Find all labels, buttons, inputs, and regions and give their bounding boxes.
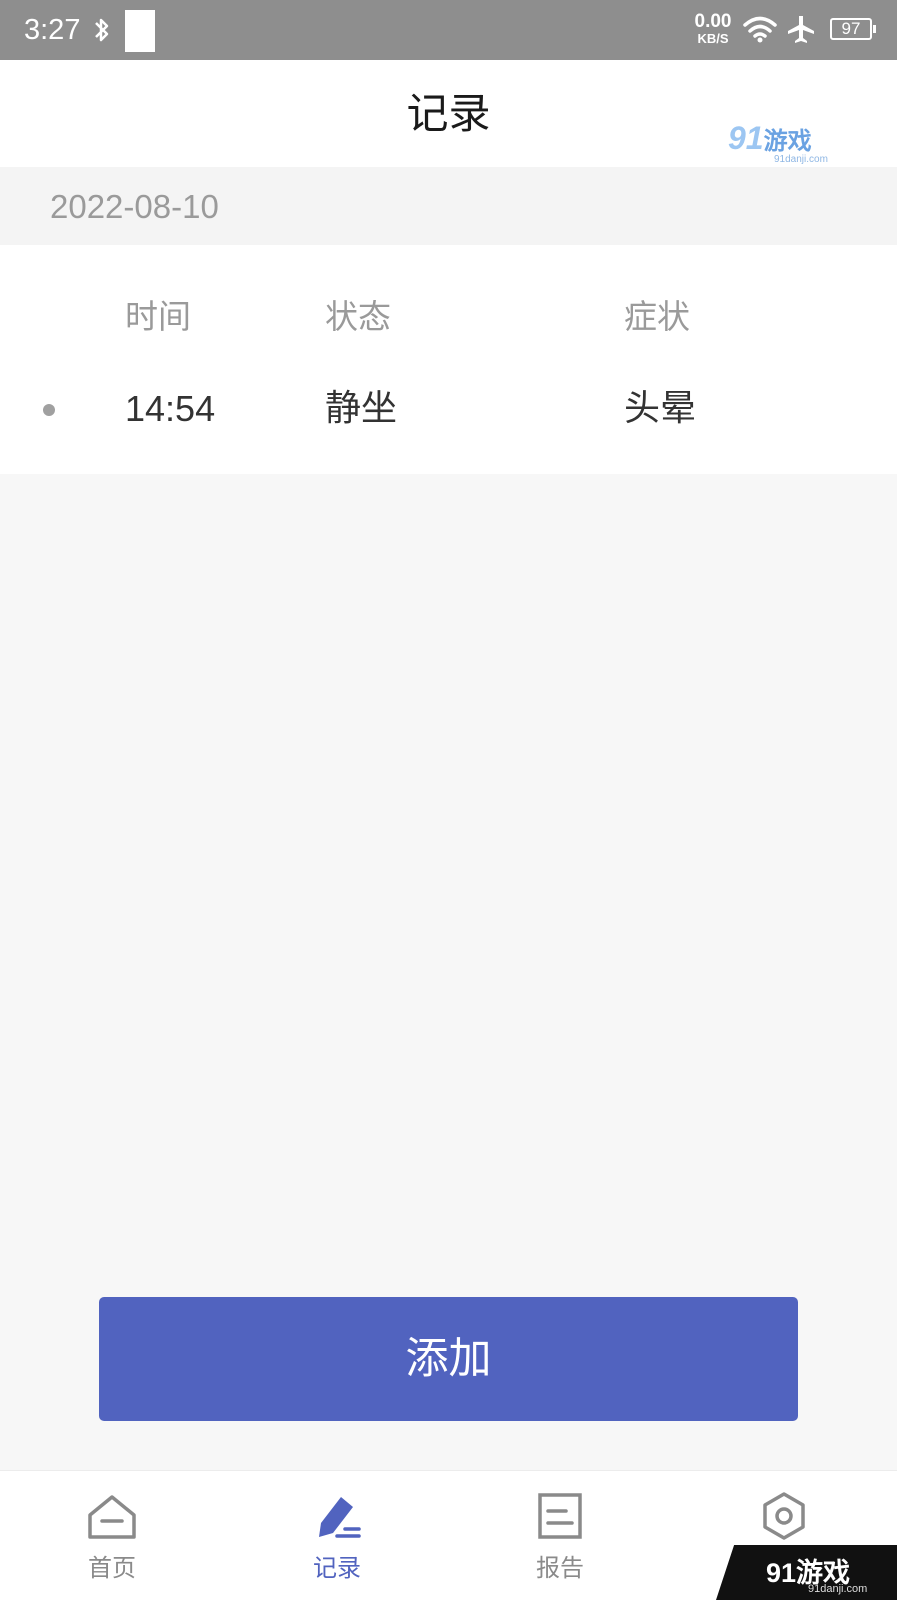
nav-item-report[interactable]: 报告	[460, 1471, 660, 1601]
row-symptom: 头晕	[624, 388, 697, 429]
nav-item-records[interactable]: 记录	[237, 1471, 437, 1601]
gear-icon	[763, 1492, 805, 1540]
column-header-status: 状态	[325, 297, 391, 336]
net-speed-unit: KB/S	[697, 31, 729, 46]
column-header-time: 时间	[125, 297, 191, 336]
status-bar: 3:27 0.00 KB/S 97	[0, 0, 897, 60]
watermark-logo: 91游戏 91danji.com	[728, 120, 828, 165]
bluetooth-icon	[92, 16, 112, 48]
add-record-button[interactable]: 添加	[99, 1297, 798, 1421]
watermark-corner: 91游戏 91danji.com	[716, 1545, 897, 1600]
watermark-logo-text: 游戏	[763, 128, 812, 155]
watermark-logo-domain: 91danji.com	[774, 154, 828, 165]
watermark-corner-domain: 91danji.com	[808, 1583, 868, 1595]
airplane-icon	[786, 14, 816, 48]
pen-icon	[319, 1497, 361, 1538]
record-date: 2022-08-10	[50, 188, 219, 225]
status-time: 3:27	[24, 14, 81, 46]
nav-item-home[interactable]: 首页	[12, 1471, 212, 1601]
net-speed: 0.00 KB/S	[690, 12, 736, 46]
column-header-symptom: 症状	[624, 297, 690, 336]
row-bullet	[43, 404, 55, 416]
battery-icon: 97	[830, 18, 876, 40]
date-group-header: 2022-08-10	[0, 167, 897, 245]
wifi-icon	[742, 14, 778, 48]
status-notification-block	[125, 10, 155, 52]
nav-label-records: 记录	[313, 1554, 361, 1582]
battery-level: 97	[841, 19, 861, 38]
row-time: 14:54	[125, 388, 216, 429]
home-icon	[88, 1495, 136, 1539]
page-header: 记录 91游戏 91danji.com	[0, 60, 897, 167]
watermark-logo-number: 91	[728, 120, 764, 156]
record-card: 时间 状态 症状 14:54 静坐 头晕	[0, 245, 897, 474]
report-icon	[538, 1493, 582, 1539]
row-status: 静坐	[325, 388, 398, 429]
net-speed-value: 0.00	[694, 11, 732, 32]
nav-label-report: 报告	[536, 1554, 584, 1582]
nav-label-home: 首页	[88, 1554, 136, 1582]
